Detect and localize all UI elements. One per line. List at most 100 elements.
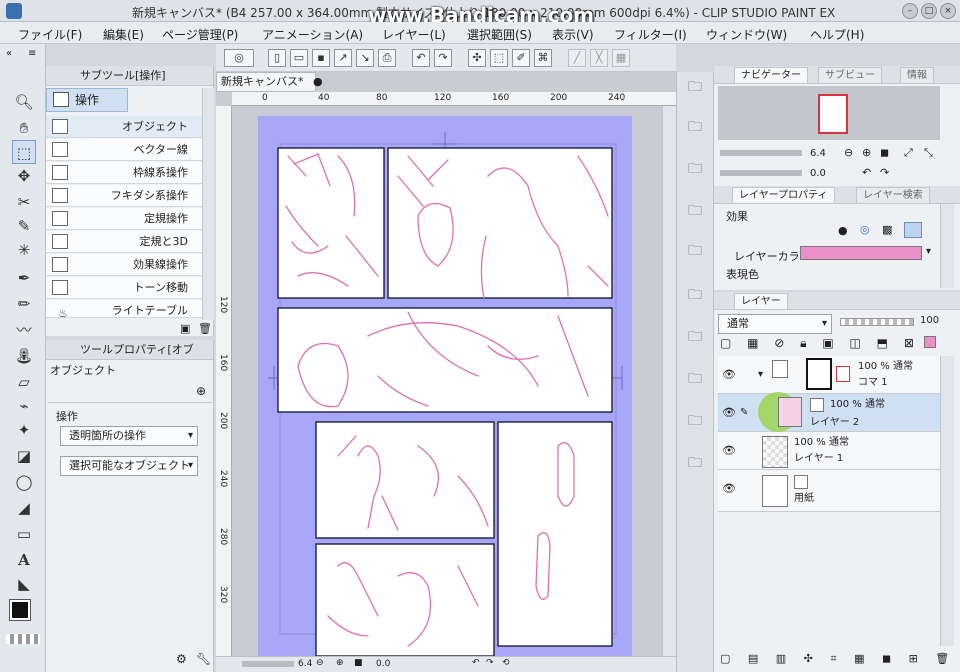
subtool-item-light-table[interactable]: ♨ ライトテーブル [46, 300, 202, 320]
pen-tool-icon[interactable]: ✒ [12, 266, 36, 290]
nav-rotate-left-icon[interactable]: ↶ [862, 166, 871, 179]
folder-icon[interactable]: 🗀︎ [684, 78, 706, 96]
subtool-item-balloon[interactable]: フキダシ系操作 [46, 185, 202, 207]
figure-tool-icon[interactable]: ◯ [12, 470, 36, 494]
folder-icon[interactable]: 🗀︎ [684, 160, 706, 178]
subtool-scrollbar[interactable] [202, 88, 214, 320]
print-icon[interactable]: ⎙ [378, 49, 396, 67]
visibility-eye-icon[interactable]: 👁︎ [722, 368, 736, 381]
folder-icon[interactable]: 🗀︎ [684, 328, 706, 346]
frame-tool-icon[interactable]: ◢ [12, 496, 36, 520]
menu-window[interactable]: ウィンドウ(W) [706, 26, 787, 43]
nav-fit-icon[interactable]: ◼ [880, 146, 889, 159]
eyedropper-tool-icon[interactable]: ✎ [12, 214, 36, 238]
effect-tone-icon[interactable]: ▩ [882, 223, 892, 236]
clear-icon[interactable]: ✣ [468, 49, 486, 67]
transparent-swatch[interactable] [6, 634, 40, 644]
layer-row[interactable]: 👁︎ 100 % 通常 レイヤー 1 [718, 432, 940, 470]
subtool-item-ruler[interactable]: 定規操作 [46, 208, 202, 230]
text-tool-icon[interactable]: A [12, 548, 36, 572]
close-button[interactable]: × [940, 3, 956, 19]
reset-rotation-icon[interactable]: ⟲ [502, 658, 510, 668]
tab-layer[interactable]: レイヤー [734, 293, 788, 310]
auto-select-tool-icon[interactable]: ✳ [12, 238, 36, 262]
layer-row[interactable]: 👁︎ 用紙 [718, 470, 940, 512]
new-subtool-icon[interactable]: ▣ [180, 322, 190, 335]
open-file-icon[interactable]: ▭ [290, 49, 308, 67]
fill-tool-icon[interactable]: ✦ [12, 418, 36, 442]
menu-filter[interactable]: フィルター(I) [614, 26, 687, 43]
hand-tool-icon[interactable]: ✋︎ [12, 116, 36, 140]
document-tab[interactable]: 新規キャンバス* ● [216, 72, 323, 92]
menu-selection[interactable]: 選択範囲(S) [467, 26, 532, 43]
effect-circle-icon[interactable]: ● [838, 224, 848, 237]
transparent-operation-dropdown[interactable]: 透明箇所の操作 [60, 426, 198, 446]
subtool-item-frame-line[interactable]: 枠線系操作 [46, 162, 202, 184]
navigator-preview[interactable] [718, 86, 940, 140]
fit-icon[interactable]: ■ [354, 658, 363, 668]
fill-selection-icon[interactable]: ✐ [512, 49, 530, 67]
subtool-item-object[interactable]: オブジェクト [46, 116, 202, 138]
folder-icon[interactable]: 🗀︎ [684, 454, 706, 472]
minimize-button[interactable]: – [902, 3, 918, 19]
effect-color-icon[interactable] [904, 222, 922, 238]
subtool-item-ruler-3d[interactable]: 定規と3D [46, 231, 202, 253]
nav-rotate-right-icon[interactable]: ↷ [880, 166, 889, 179]
zoom-slider[interactable] [242, 661, 294, 667]
tab-subview[interactable]: サブビュー [818, 67, 882, 84]
nav-zoom-out-icon[interactable]: ⊖ [844, 146, 853, 159]
menu-view[interactable]: 表示(V) [552, 26, 594, 43]
menu-layer[interactable]: レイヤー(L) [382, 26, 446, 43]
visibility-eye-icon[interactable]: 👁︎ [722, 444, 736, 457]
layer-row[interactable]: 👁︎ ✎ 100 % 通常 レイヤー 2 [718, 392, 940, 432]
rotate-right-icon[interactable]: ↷ [486, 658, 494, 668]
zoom-tool-icon[interactable]: 🔍︎ [12, 90, 36, 114]
menu-animation[interactable]: アニメーション(A) [262, 26, 363, 43]
snap-guide-icon[interactable]: ╳ [590, 49, 608, 67]
menu-help[interactable]: ヘルプ(H) [810, 26, 864, 43]
tab-layer-property[interactable]: レイヤープロパティ [732, 187, 835, 204]
new-file-icon[interactable]: ▯ [268, 49, 286, 67]
brush-tool-icon[interactable]: 〰 [12, 318, 36, 342]
effect-border-icon[interactable]: ◎ [860, 223, 870, 236]
menu-edit[interactable]: 編集(E) [103, 26, 144, 43]
rotate-left-icon[interactable]: ↶ [472, 658, 480, 668]
nav-flip-icon[interactable]: ⤢ [904, 146, 913, 160]
nav-flip-v-icon[interactable]: ⤡ [924, 146, 933, 160]
nav-zoom-in-icon[interactable]: ⊕ [862, 146, 871, 159]
delete-subtool-icon[interactable]: 🗑︎ [198, 322, 212, 335]
save-icon[interactable]: ▪ [312, 49, 330, 67]
folder-icon[interactable]: 🗀︎ [684, 242, 706, 260]
folder-icon[interactable]: 🗀︎ [684, 286, 706, 304]
edit-pen-icon[interactable]: ✎ [740, 406, 748, 419]
ruler-tool-icon[interactable]: ▭ [12, 522, 36, 546]
deselect-icon[interactable]: ⬚ [490, 49, 508, 67]
balloon-tool-icon[interactable]: ◣ [12, 572, 36, 596]
menu-icon[interactable]: ≡ [28, 48, 36, 59]
clip-studio-icon[interactable]: ◎ [224, 49, 254, 67]
menu-page[interactable]: ページ管理(P) [162, 26, 238, 43]
subtool-item-tone-move[interactable]: トーン移動 [46, 277, 202, 299]
undo-icon[interactable]: ↶ [412, 49, 430, 67]
selectable-object-dropdown[interactable]: 選択可能なオブジェクト [60, 456, 198, 476]
operation-tool-icon[interactable]: ⬚ [12, 140, 36, 164]
pencil-tool-icon[interactable]: ✏ [12, 292, 36, 316]
menu-file[interactable]: ファイル(F) [18, 26, 82, 43]
gradient-tool-icon[interactable]: ◪ [12, 444, 36, 468]
manga-page[interactable] [258, 116, 632, 656]
zoom-in-icon[interactable]: ⊕ [336, 658, 344, 668]
tab-navigator[interactable]: ナビゲーター [734, 67, 808, 84]
move-layer-tool-icon[interactable]: ✥ [12, 164, 36, 188]
canvas-scrollbar[interactable] [662, 106, 676, 656]
subtool-item-effect-line[interactable]: 効果線操作 [46, 254, 202, 276]
tab-layer-search[interactable]: レイヤー検索 [856, 187, 930, 204]
folder-expand-icon[interactable]: ▾ [758, 368, 763, 381]
redo-icon[interactable]: ↷ [434, 49, 452, 67]
main-color-swatch[interactable] [9, 599, 31, 621]
nav-zoom-slider[interactable] [720, 150, 802, 156]
snap-grid-icon[interactable]: ▦ [612, 49, 630, 67]
wrench-icon[interactable]: 🔧︎ [196, 652, 211, 666]
folder-icon[interactable]: 🗀︎ [684, 412, 706, 430]
layer-color-menu-icon[interactable]: ▾ [926, 246, 931, 257]
transform-icon[interactable]: ⌘ [534, 49, 552, 67]
